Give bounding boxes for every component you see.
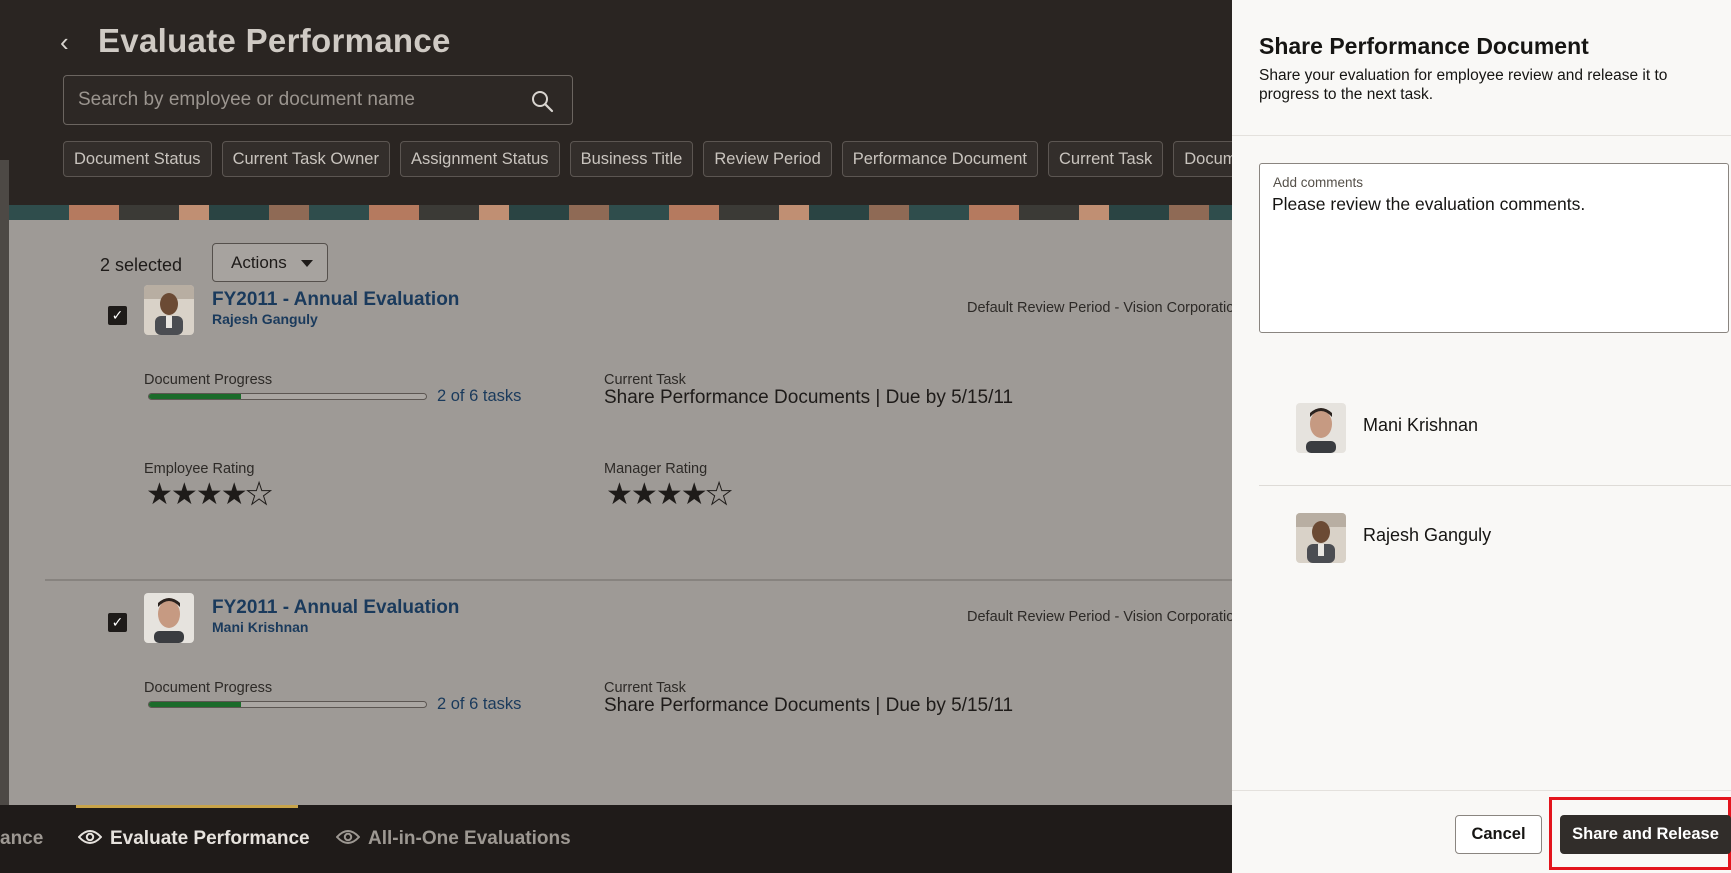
star-filled-icon: ★: [195, 478, 223, 511]
current-task-label: Current Task: [604, 680, 686, 696]
recipient-name: Mani Krishnan: [1363, 415, 1479, 435]
page-title: Evaluate Performance: [98, 22, 451, 59]
document-progress-label: Document Progress: [144, 372, 273, 388]
filter-chip-document-status[interactable]: Document Status: [63, 141, 212, 177]
star-filled-icon: ★: [606, 478, 633, 511]
current-task-value: Share Performance Documents | Due by 5/1…: [604, 387, 1014, 408]
filter-chip-assignment-status[interactable]: Assignment Status: [399, 141, 560, 177]
comments-input[interactable]: Please review the evaluation comments.: [1272, 194, 1712, 324]
actions-label: Actions: [231, 252, 287, 272]
star-empty-icon: ★: [705, 478, 733, 511]
filter-chip-review-period[interactable]: Review Period: [703, 141, 832, 177]
document-row: ✓ FY2011 - Annual Evaluation Rajesh Gang…: [9, 275, 1232, 575]
drawer-divider: [1232, 135, 1731, 136]
filter-chip-business-title[interactable]: Business Title: [569, 141, 694, 177]
filter-chip-document-type[interactable]: Document Ty: [1173, 141, 1232, 177]
nav-item-all-in-one-evaluations[interactable]: All-in-One Evaluations: [336, 805, 571, 873]
document-title-link[interactable]: FY2011 - Annual Evaluation: [212, 289, 459, 311]
current-task-value: Share Performance Documents | Due by 5/1…: [604, 695, 1014, 716]
share-drawer: Share Performance Document Share your ev…: [1232, 0, 1731, 873]
document-progress-fill: [149, 394, 242, 399]
documents-card: 2 selected Actions ✓ FY2011 - Annual Eva…: [9, 205, 1232, 805]
star-filled-icon: ★: [220, 478, 248, 511]
eye-icon: [336, 830, 360, 845]
document-progress-label: Document Progress: [144, 680, 273, 696]
star-filled-icon: ★: [630, 478, 658, 511]
avatar: [1296, 403, 1346, 453]
current-task-label: Current Task: [604, 372, 686, 388]
search-input[interactable]: [78, 76, 508, 124]
back-chevron-icon[interactable]: ‹: [60, 28, 80, 56]
document-row: ✓ FY2011 - Annual Evaluation Mani Krishn…: [9, 583, 1232, 805]
star-filled-icon: ★: [655, 478, 683, 511]
nav-item-evaluate-performance[interactable]: Evaluate Performance: [78, 805, 310, 873]
star-empty-icon: ★: [245, 478, 273, 511]
search-box: [63, 75, 573, 125]
eye-icon: [78, 830, 102, 845]
filter-chip-current-task-owner[interactable]: Current Task Owner: [221, 141, 390, 177]
recipient-item: Mani Krishnan: [1259, 375, 1731, 485]
employee-rating-stars: ★★★★★: [146, 478, 273, 511]
page: ‹ Evaluate Performance Document StatusCu…: [0, 0, 1731, 873]
nav-item-performance-partial[interactable]: ance: [0, 805, 43, 873]
review-period: Default Review Period - Vision Corporati…: [967, 300, 1232, 316]
side-strip: [0, 160, 9, 810]
progress-tasks-link[interactable]: 2 of 6 tasks: [437, 387, 521, 406]
comments-field[interactable]: Add comments Please review the evaluatio…: [1259, 163, 1729, 333]
star-filled-icon: ★: [680, 478, 708, 511]
document-employee-name[interactable]: Mani Krishnan: [212, 619, 308, 635]
nav-item-label: Evaluate Performance: [110, 828, 310, 849]
avatar-mani-icon: [1296, 403, 1346, 453]
drawer-subtitle: Share your evaluation for employee revie…: [1259, 67, 1668, 103]
row-divider: [45, 579, 1232, 581]
nav-item-label: All-in-One Evaluations: [368, 828, 571, 849]
caret-down-icon: [301, 260, 313, 267]
cancel-button[interactable]: Cancel: [1455, 815, 1542, 854]
document-progress-bar: [148, 701, 427, 708]
star-filled-icon: ★: [170, 478, 198, 511]
bottom-nav: ance Evaluate Performance All-in-One Eva…: [0, 805, 1232, 873]
selected-count: 2 selected: [100, 255, 183, 275]
comments-label: Add comments: [1273, 175, 1364, 190]
avatar: [144, 285, 194, 335]
drawer-title: Share Performance Document: [1259, 33, 1589, 59]
document-employee-name[interactable]: Rajesh Ganguly: [212, 311, 318, 327]
recipient-item: Rajesh Ganguly: [1259, 485, 1731, 595]
progress-tasks-link[interactable]: 2 of 6 tasks: [437, 695, 521, 714]
manager-rating-label: Manager Rating: [604, 461, 708, 477]
footer-divider: [1232, 790, 1731, 791]
filter-chip-performance-document[interactable]: Performance Document: [841, 141, 1038, 177]
avatar-rajesh-icon: [144, 285, 194, 335]
document-progress-bar: [148, 393, 427, 400]
document-progress-fill: [149, 702, 242, 707]
avatar-mani-icon: [144, 593, 194, 643]
share-and-release-button[interactable]: Share and Release: [1560, 815, 1731, 854]
avatar: [144, 593, 194, 643]
manager-rating-stars: ★★★★★: [606, 478, 733, 511]
decorative-banner: [9, 205, 1232, 220]
row-checkbox[interactable]: ✓: [108, 613, 127, 632]
recipient-name: Rajesh Ganguly: [1363, 525, 1492, 545]
row-checkbox[interactable]: ✓: [108, 306, 127, 325]
document-title-link[interactable]: FY2011 - Annual Evaluation: [212, 597, 459, 619]
star-filled-icon: ★: [146, 478, 173, 511]
review-period: Default Review Period - Vision Corporati…: [967, 609, 1232, 625]
search-icon[interactable]: [530, 89, 554, 113]
employee-rating-label: Employee Rating: [144, 461, 255, 477]
avatar-rajesh-icon: [1296, 513, 1346, 563]
avatar: [1296, 513, 1346, 563]
filter-chip-bar: Document Status Current Task Owner Assignm…: [63, 141, 1232, 177]
filter-chip-current-task[interactable]: Current Task: [1048, 141, 1164, 177]
